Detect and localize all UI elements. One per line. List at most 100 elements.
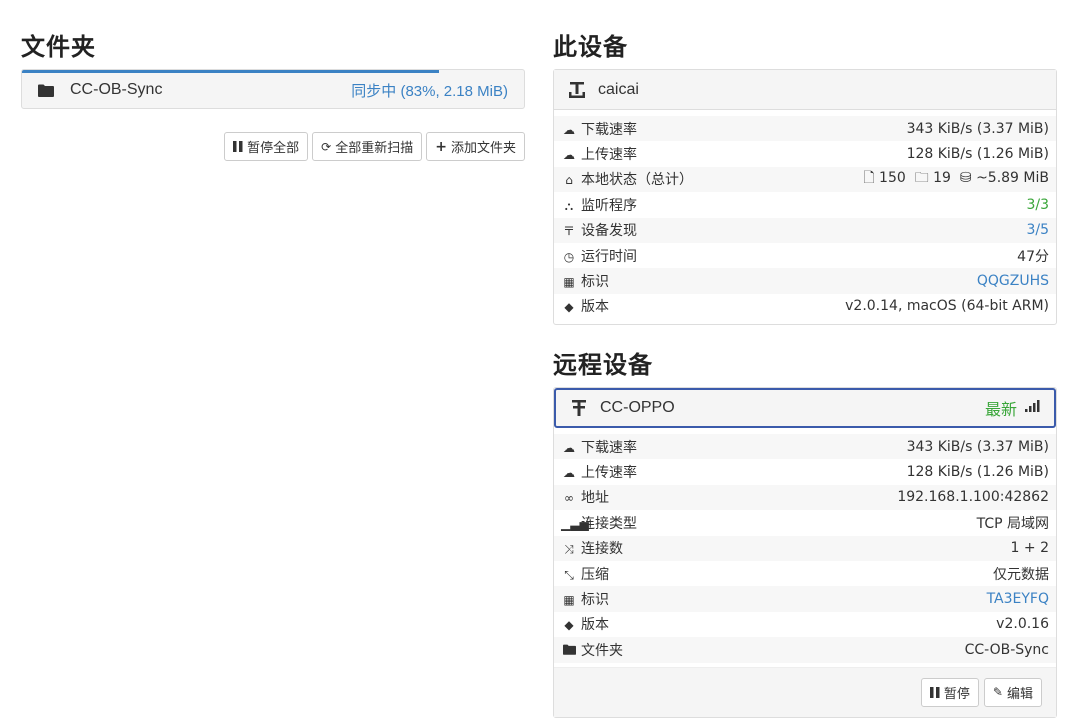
pause-device-button[interactable]: 暂停	[920, 677, 979, 707]
this-device-panel: caicai ☁ 下载速率 343 KiB/s (3.37 MiB) ☁ 上传速率 …	[553, 69, 1057, 326]
row-label: 标识	[581, 592, 609, 609]
folder-sync-status: 同步中 (83%, 2.18 MiB)	[351, 82, 508, 100]
edit-device-button[interactable]: ✎ 编辑	[983, 677, 1042, 707]
row-label: 连接数	[581, 541, 623, 558]
row-label: 上传速率	[581, 465, 637, 482]
device-id-link[interactable]: QQGZUHS	[755, 268, 1056, 293]
row-value: 47分	[1017, 248, 1049, 265]
row-label: 下载速率	[581, 439, 637, 456]
local-state-value: 🗋 150 🗀 19 ⛁ ~5.89 MiB	[755, 167, 1056, 192]
tag-icon: ◆	[564, 300, 574, 315]
signal-icon: ▁▃▅	[561, 516, 589, 531]
table-row: ▁▃▅连接类型 TCP 局域网	[554, 510, 1056, 535]
table-row: ☁ 下载速率 343 KiB/s (3.37 MiB)	[554, 434, 1056, 460]
row-value: 192.168.1.100:42862	[897, 489, 1049, 506]
row-value: 128 KiB/s (1.26 MiB)	[906, 146, 1049, 163]
cloud-download-icon: ☁	[563, 122, 575, 137]
table-row: ▦ 标识 QQGZUHS	[554, 268, 1056, 294]
row-label: 压缩	[581, 566, 609, 583]
remote-device-actions: 暂停 ✎ 编辑	[554, 666, 1056, 717]
pause-icon	[929, 686, 940, 698]
add-folder-label: 添加文件夹	[450, 141, 516, 156]
clock-icon: ◷	[563, 249, 575, 264]
this-device-header[interactable]: caicai	[554, 70, 1056, 110]
table-row: ◆ 版本 v2.0.14, macOS (64-bit ARM)	[554, 294, 1056, 319]
table-row: 〒设备发现 3/5	[554, 217, 1056, 243]
link-icon: ∞	[564, 491, 574, 506]
pause-icon	[233, 141, 243, 152]
file-icon: 🗋	[863, 170, 875, 187]
row-label: 连接类型	[581, 515, 637, 532]
row-label: 版本	[581, 299, 609, 316]
cloud-download-icon: ☁	[563, 440, 575, 455]
remote-device-info-table: ☁ 下载速率 343 KiB/s (3.37 MiB) ☁ 上传速率 128 KiB…	[554, 434, 1056, 663]
row-label: 文件夹	[581, 642, 623, 659]
this-device-title: 此设备	[553, 33, 628, 61]
folder-panel[interactable]: CC-OB-Sync 同步中 (83%, 2.18 MiB)	[21, 69, 525, 109]
row-label: 本地状态（总计）	[581, 172, 693, 189]
tag-icon: ◆	[564, 618, 574, 633]
this-device-info-table: ☁ 下载速率 343 KiB/s (3.37 MiB) ☁ 上传速率 128 KiB…	[554, 116, 1056, 319]
folder-outline-icon: 🗀	[914, 170, 929, 187]
table-row: ⤨ 连接数 1 + 2	[554, 535, 1056, 561]
refresh-icon: ⟳	[321, 139, 332, 154]
row-label: 地址	[581, 490, 609, 507]
qrcode-icon: ▦	[563, 593, 575, 608]
row-label: 下载速率	[581, 121, 637, 138]
discovery-value[interactable]: 3/5	[755, 218, 1056, 243]
folder-icon	[38, 83, 54, 97]
folder-actions: 暂停全部 ⟳ 全部重新扫描 + 添加文件夹	[224, 132, 525, 161]
table-row: ∞ 地址 192.168.1.100:42862	[554, 484, 1056, 511]
row-label: 标识	[581, 274, 609, 291]
rescan-all-button[interactable]: ⟳ 全部重新扫描	[312, 132, 423, 161]
file-count: 150	[879, 170, 906, 187]
compress-icon: ⤡	[564, 567, 574, 582]
device-icon	[570, 399, 588, 417]
rescan-all-label: 全部重新扫描	[335, 141, 414, 156]
cloud-upload-icon: ☁	[563, 148, 575, 163]
pencil-icon: ✎	[992, 685, 1003, 700]
remote-device-header[interactable]: CC-OPPO 最新	[554, 388, 1056, 428]
plus-icon: +	[435, 138, 447, 155]
cloud-upload-icon: ☁	[563, 466, 575, 481]
folders-title: 文件夹	[21, 33, 96, 61]
table-row: 文件夹 CC-OB-Sync	[554, 637, 1056, 663]
table-row: ☁ 下载速率 343 KiB/s (3.37 MiB)	[554, 116, 1056, 142]
remote-device-name: CC-OPPO	[600, 399, 675, 416]
edit-label: 编辑	[1006, 686, 1033, 702]
listeners-value: 3/3	[1026, 196, 1049, 213]
table-row: ◆ 版本 v2.0.16	[554, 612, 1056, 637]
row-label: 设备发现	[581, 223, 637, 240]
table-row: ▦ 标识 TA3EYFQ	[554, 586, 1056, 612]
add-folder-button[interactable]: + 添加文件夹	[426, 132, 525, 161]
total-size: ~5.89 MiB	[976, 170, 1049, 187]
remote-status-badge: 最新	[984, 402, 1017, 419]
remote-devices-title: 远程设备	[553, 351, 653, 379]
random-icon: ⤨	[564, 542, 574, 557]
folder-icon	[561, 644, 577, 658]
pause-all-button[interactable]: 暂停全部	[224, 132, 309, 161]
row-value: 仅元数据	[993, 566, 1049, 583]
remote-device-id-link[interactable]: TA3EYFQ	[731, 586, 1056, 611]
this-device-name: caicai	[598, 80, 639, 98]
row-label: 版本	[581, 617, 609, 634]
dir-count: 19	[933, 170, 951, 187]
table-row: ⛬ 监听程序 3/3	[554, 192, 1056, 217]
row-label: 监听程序	[581, 197, 637, 214]
row-value: v2.0.16	[996, 616, 1049, 633]
row-value: CC-OB-Sync	[964, 641, 1049, 658]
home-icon: ⌂	[565, 173, 573, 188]
table-row: ☁ 上传速率 128 KiB/s (1.26 MiB)	[554, 459, 1056, 484]
device-icon	[568, 81, 586, 99]
row-label: 运行时间	[581, 248, 637, 265]
row-value: 343 KiB/s (3.37 MiB)	[906, 438, 1049, 455]
folder-name: CC-OB-Sync	[70, 81, 163, 98]
table-row: ◷ 运行时间 47分	[554, 243, 1056, 268]
signal-icon	[1025, 399, 1040, 417]
table-row: ⌂ 本地状态（总计） 🗋 150 🗀 19 ⛁ ~5.89 MiB	[554, 166, 1056, 193]
pause-label: 暂停	[943, 686, 970, 702]
sitemap-icon: ⛬	[564, 198, 574, 213]
row-value: v2.0.14, macOS (64-bit ARM)	[845, 298, 1049, 315]
qrcode-icon: ▦	[563, 275, 575, 290]
row-value: TCP 局域网	[976, 515, 1049, 532]
